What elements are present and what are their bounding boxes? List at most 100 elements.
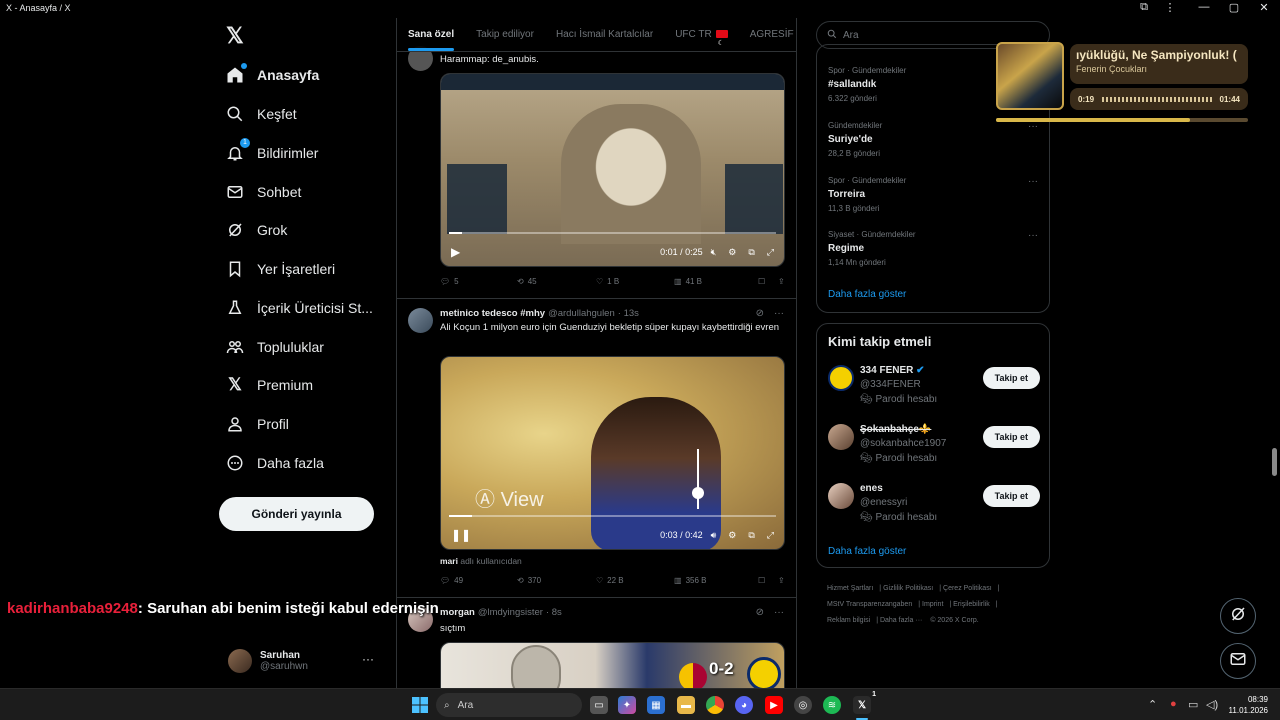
mute-icon[interactable]: 🔇︎ [711, 247, 717, 258]
share-button[interactable]: ⇪ [778, 576, 785, 585]
trend-more-icon[interactable]: ··· [1028, 230, 1038, 241]
volume-slider[interactable] [697, 449, 699, 509]
views-button[interactable]: ▥ 356 B [674, 576, 758, 585]
repost-button[interactable]: ⟲ 370 [517, 576, 596, 585]
discord-icon[interactable]: ◕ [735, 696, 753, 714]
follow-button[interactable]: Takip et [982, 426, 1040, 448]
tweet-time[interactable]: · 8s [546, 607, 562, 618]
like-button[interactable]: ♡ 1 B [596, 277, 674, 286]
fullscreen-icon[interactable]: ⤢ [767, 530, 774, 541]
views-button[interactable]: ▥ 41 B [674, 277, 758, 286]
tab-following[interactable]: Takip ediliyor [465, 18, 545, 51]
system-clock[interactable]: 08:39 11.01.2026 [1226, 694, 1268, 716]
reply-button[interactable]: 💬︎ 5 [440, 277, 517, 286]
footer-link[interactable]: Reklam bilgisi [827, 617, 870, 624]
nav-chat[interactable]: Sohbet [226, 177, 301, 207]
minimize-button[interactable]: — [1194, 1, 1214, 13]
footer-link[interactable]: Çerez Politikası [943, 585, 992, 592]
post-button[interactable]: Gönderi yayınla [219, 497, 374, 531]
grok-icon[interactable]: ⊘ [756, 308, 764, 319]
follow-suggestion[interactable]: 334 FENER ✔ @334FENER 🎭︎ Parodi hesabı T… [828, 365, 1040, 413]
tab-for-you[interactable]: Sana özel [397, 18, 465, 51]
network-icon[interactable]: ▭ [1188, 698, 1198, 711]
tweet-image[interactable]: 0-2 [440, 642, 785, 688]
settings-icon[interactable]: ⚙ [728, 247, 736, 258]
bookmark-button[interactable]: ☐ [758, 576, 778, 585]
chevron-up-icon[interactable]: ⌃ [1148, 698, 1157, 711]
pip-icon[interactable]: ⧉ [748, 247, 754, 258]
x-logo-icon[interactable]: 𝕏 [226, 25, 246, 47]
play-icon[interactable]: ▶ [451, 245, 460, 259]
avatar[interactable] [408, 308, 433, 333]
nav-bookmarks[interactable]: Yer İşaretleri [226, 254, 335, 284]
microphone-icon[interactable]: ● [1170, 698, 1177, 710]
footer-link[interactable]: Hizmet Şartları [827, 585, 873, 592]
tweet-time[interactable]: · 13s [618, 308, 639, 319]
share-button[interactable]: ⇪ [778, 277, 785, 286]
like-button[interactable]: ♡ 22 B [596, 576, 674, 585]
nav-grok[interactable]: Grok [226, 215, 287, 245]
nav-home[interactable]: Anasayfa [226, 60, 319, 90]
follow-suggestion[interactable]: Şokanbahçe⚜️ @sokanbahce1907 🎭︎ Parodi h… [828, 424, 1040, 472]
tweet-video[interactable]: Ⓐ View ❚❚ 0:03 / 0:42 🔊︎ ⚙ ⧉ ⤢ [440, 356, 785, 550]
tab-ufc-tr[interactable]: UFC TR [664, 18, 738, 61]
trend-more-icon[interactable]: ··· [1028, 176, 1038, 187]
footer-link[interactable]: Imprint [922, 601, 943, 608]
pause-icon[interactable]: ❚❚ [451, 528, 471, 542]
close-button[interactable]: ✕ [1254, 1, 1274, 14]
show-more-suggestions-link[interactable]: Daha fazla göster [828, 546, 906, 557]
video-progress[interactable] [449, 232, 776, 234]
pip-icon[interactable]: ⧉ [748, 530, 754, 541]
grok-icon[interactable]: ⊘ [756, 607, 764, 618]
menu-icon[interactable]: ⋮ [1160, 1, 1180, 14]
nav-communities[interactable]: Topluluklar [226, 332, 324, 362]
footer-link[interactable]: MStV Transparenzangaben [827, 601, 912, 608]
youtube-icon[interactable]: ▶ [765, 696, 783, 714]
start-icon[interactable] [411, 696, 429, 714]
author-handle[interactable]: @ardullahgulen [548, 308, 615, 319]
extensions-icon[interactable]: ⧉ [1134, 1, 1154, 14]
task-view-icon[interactable]: ▭ [590, 696, 608, 714]
nav-creator-studio[interactable]: İçerik Üreticisi St... [226, 293, 373, 323]
page-scrollbar[interactable] [1272, 448, 1277, 476]
trend-more-icon[interactable]: ··· [1028, 121, 1038, 132]
repost-button[interactable]: ⟲ 45 [517, 277, 596, 286]
more-icon[interactable]: ··· [774, 308, 784, 319]
settings-icon[interactable]: ⚙ [728, 530, 736, 541]
spotify-icon[interactable]: ≋ [823, 696, 841, 714]
volume-icon[interactable]: 🔊︎ [711, 530, 717, 541]
reply-button[interactable]: 💬︎ 49 [440, 576, 517, 585]
x-app-icon[interactable]: 𝕏1 [853, 691, 876, 714]
store-icon[interactable]: ▦ [647, 696, 665, 714]
account-switcher[interactable]: Saruhan @saruhwn ··· [228, 644, 388, 678]
fullscreen-icon[interactable]: ⤢ [767, 247, 774, 258]
grok-fab[interactable] [1220, 598, 1256, 634]
author-name[interactable]: morgan [440, 607, 475, 618]
taskbar-search[interactable]: ⌕ Ara [436, 693, 582, 717]
follow-button[interactable]: Takip et [982, 485, 1040, 507]
nav-explore[interactable]: Keşfet [226, 99, 297, 129]
footer-link[interactable]: Gizlilik Politikası [883, 585, 933, 592]
tab-agresif[interactable]: AGRESİF [739, 18, 796, 51]
footer-link[interactable]: Erişilebilirlik [953, 601, 990, 608]
author-name[interactable]: metinico tedesco #mhy [440, 308, 545, 319]
trend-item[interactable]: Spor · Gündemdekiler Torreira 11,3 B gön… [828, 176, 1038, 213]
tweet-video[interactable]: ▶ 0:01 / 0:25 🔇︎ ⚙ ⧉ ⤢ [440, 73, 785, 267]
nav-premium[interactable]: 𝕏 Premium [226, 370, 313, 400]
maximize-button[interactable]: ▢ [1224, 1, 1244, 14]
author-handle[interactable]: @lmdyingsister [478, 607, 543, 618]
bookmark-button[interactable]: ☐ [758, 277, 778, 286]
volume-handle[interactable] [692, 487, 704, 499]
credit-user[interactable]: mari [440, 556, 458, 566]
folder-icon[interactable]: ▬ [677, 696, 695, 714]
nav-profile[interactable]: Profil [226, 409, 289, 439]
tab-list-kartalcilar[interactable]: Hacı İsmail Kartalcılar [545, 18, 664, 51]
follow-button[interactable]: Takip et [982, 367, 1040, 389]
trend-item[interactable]: Gündemdekiler Suriye'de 28,2 B gönderi ·… [828, 121, 1038, 158]
volume-icon[interactable]: ◁) [1206, 698, 1218, 711]
account-more-icon[interactable]: ··· [362, 652, 374, 666]
footer-link[interactable]: Daha fazla ··· [880, 617, 922, 624]
follow-suggestion[interactable]: enes @enessyri 🎭︎ Parodi hesabı Takip et [828, 483, 1040, 531]
trend-item[interactable]: Siyaset · Gündemdekiler Regime 1,14 Mn g… [828, 230, 1038, 267]
more-icon[interactable]: ··· [774, 607, 784, 618]
